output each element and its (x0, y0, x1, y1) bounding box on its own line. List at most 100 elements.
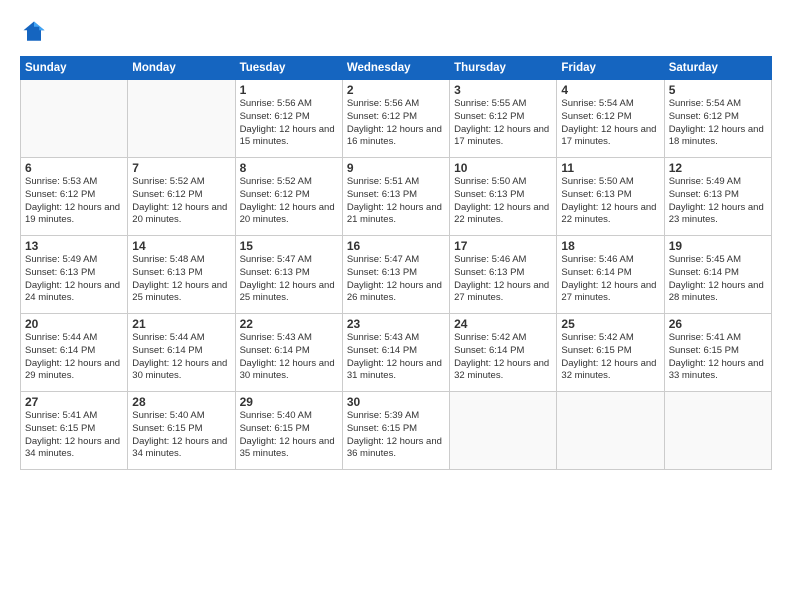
day-info: Sunrise: 5:40 AM Sunset: 6:15 PM Dayligh… (240, 410, 338, 461)
day-info: Sunrise: 5:50 AM Sunset: 6:13 PM Dayligh… (454, 176, 552, 227)
calendar-cell (557, 392, 664, 470)
calendar-cell: 5Sunrise: 5:54 AM Sunset: 6:12 PM Daylig… (664, 80, 771, 158)
calendar-cell: 28Sunrise: 5:40 AM Sunset: 6:15 PM Dayli… (128, 392, 235, 470)
header-friday: Friday (557, 57, 664, 80)
day-number: 24 (454, 317, 552, 331)
logo-icon (20, 18, 48, 46)
day-number: 3 (454, 83, 552, 97)
day-info: Sunrise: 5:55 AM Sunset: 6:12 PM Dayligh… (454, 98, 552, 149)
day-number: 7 (132, 161, 230, 175)
day-info: Sunrise: 5:49 AM Sunset: 6:13 PM Dayligh… (25, 254, 123, 305)
day-number: 23 (347, 317, 445, 331)
calendar-cell: 25Sunrise: 5:42 AM Sunset: 6:15 PM Dayli… (557, 314, 664, 392)
calendar-week-3: 13Sunrise: 5:49 AM Sunset: 6:13 PM Dayli… (21, 236, 772, 314)
day-number: 19 (669, 239, 767, 253)
calendar-cell (664, 392, 771, 470)
day-number: 14 (132, 239, 230, 253)
calendar-cell: 27Sunrise: 5:41 AM Sunset: 6:15 PM Dayli… (21, 392, 128, 470)
header-saturday: Saturday (664, 57, 771, 80)
day-info: Sunrise: 5:41 AM Sunset: 6:15 PM Dayligh… (25, 410, 123, 461)
header-thursday: Thursday (450, 57, 557, 80)
day-info: Sunrise: 5:48 AM Sunset: 6:13 PM Dayligh… (132, 254, 230, 305)
day-info: Sunrise: 5:46 AM Sunset: 6:14 PM Dayligh… (561, 254, 659, 305)
day-number: 16 (347, 239, 445, 253)
calendar-cell: 11Sunrise: 5:50 AM Sunset: 6:13 PM Dayli… (557, 158, 664, 236)
day-info: Sunrise: 5:40 AM Sunset: 6:15 PM Dayligh… (132, 410, 230, 461)
day-number: 1 (240, 83, 338, 97)
day-number: 26 (669, 317, 767, 331)
calendar-cell: 21Sunrise: 5:44 AM Sunset: 6:14 PM Dayli… (128, 314, 235, 392)
day-info: Sunrise: 5:41 AM Sunset: 6:15 PM Dayligh… (669, 332, 767, 383)
header-tuesday: Tuesday (235, 57, 342, 80)
day-number: 8 (240, 161, 338, 175)
day-number: 30 (347, 395, 445, 409)
day-number: 28 (132, 395, 230, 409)
calendar-week-2: 6Sunrise: 5:53 AM Sunset: 6:12 PM Daylig… (21, 158, 772, 236)
day-info: Sunrise: 5:54 AM Sunset: 6:12 PM Dayligh… (669, 98, 767, 149)
calendar-cell (21, 80, 128, 158)
day-number: 25 (561, 317, 659, 331)
day-info: Sunrise: 5:39 AM Sunset: 6:15 PM Dayligh… (347, 410, 445, 461)
day-info: Sunrise: 5:44 AM Sunset: 6:14 PM Dayligh… (25, 332, 123, 383)
calendar-cell: 4Sunrise: 5:54 AM Sunset: 6:12 PM Daylig… (557, 80, 664, 158)
day-number: 9 (347, 161, 445, 175)
calendar-week-1: 1Sunrise: 5:56 AM Sunset: 6:12 PM Daylig… (21, 80, 772, 158)
calendar-cell: 24Sunrise: 5:42 AM Sunset: 6:14 PM Dayli… (450, 314, 557, 392)
calendar-cell: 1Sunrise: 5:56 AM Sunset: 6:12 PM Daylig… (235, 80, 342, 158)
calendar-header-row: SundayMondayTuesdayWednesdayThursdayFrid… (21, 57, 772, 80)
calendar-cell: 18Sunrise: 5:46 AM Sunset: 6:14 PM Dayli… (557, 236, 664, 314)
calendar-cell: 10Sunrise: 5:50 AM Sunset: 6:13 PM Dayli… (450, 158, 557, 236)
day-info: Sunrise: 5:46 AM Sunset: 6:13 PM Dayligh… (454, 254, 552, 305)
day-number: 27 (25, 395, 123, 409)
day-info: Sunrise: 5:53 AM Sunset: 6:12 PM Dayligh… (25, 176, 123, 227)
calendar-week-5: 27Sunrise: 5:41 AM Sunset: 6:15 PM Dayli… (21, 392, 772, 470)
day-number: 12 (669, 161, 767, 175)
day-info: Sunrise: 5:47 AM Sunset: 6:13 PM Dayligh… (240, 254, 338, 305)
day-info: Sunrise: 5:52 AM Sunset: 6:12 PM Dayligh… (240, 176, 338, 227)
day-info: Sunrise: 5:42 AM Sunset: 6:14 PM Dayligh… (454, 332, 552, 383)
day-info: Sunrise: 5:47 AM Sunset: 6:13 PM Dayligh… (347, 254, 445, 305)
day-info: Sunrise: 5:42 AM Sunset: 6:15 PM Dayligh… (561, 332, 659, 383)
header-wednesday: Wednesday (342, 57, 449, 80)
calendar-table: SundayMondayTuesdayWednesdayThursdayFrid… (20, 56, 772, 470)
calendar-cell: 9Sunrise: 5:51 AM Sunset: 6:13 PM Daylig… (342, 158, 449, 236)
calendar-cell: 30Sunrise: 5:39 AM Sunset: 6:15 PM Dayli… (342, 392, 449, 470)
calendar-cell: 12Sunrise: 5:49 AM Sunset: 6:13 PM Dayli… (664, 158, 771, 236)
day-info: Sunrise: 5:44 AM Sunset: 6:14 PM Dayligh… (132, 332, 230, 383)
logo (20, 18, 52, 46)
calendar-cell (128, 80, 235, 158)
day-info: Sunrise: 5:45 AM Sunset: 6:14 PM Dayligh… (669, 254, 767, 305)
day-info: Sunrise: 5:54 AM Sunset: 6:12 PM Dayligh… (561, 98, 659, 149)
calendar-week-4: 20Sunrise: 5:44 AM Sunset: 6:14 PM Dayli… (21, 314, 772, 392)
day-number: 21 (132, 317, 230, 331)
calendar-cell: 26Sunrise: 5:41 AM Sunset: 6:15 PM Dayli… (664, 314, 771, 392)
calendar-cell (450, 392, 557, 470)
calendar-cell: 14Sunrise: 5:48 AM Sunset: 6:13 PM Dayli… (128, 236, 235, 314)
day-number: 18 (561, 239, 659, 253)
calendar-cell: 2Sunrise: 5:56 AM Sunset: 6:12 PM Daylig… (342, 80, 449, 158)
calendar-cell: 6Sunrise: 5:53 AM Sunset: 6:12 PM Daylig… (21, 158, 128, 236)
calendar-cell: 22Sunrise: 5:43 AM Sunset: 6:14 PM Dayli… (235, 314, 342, 392)
calendar-cell: 8Sunrise: 5:52 AM Sunset: 6:12 PM Daylig… (235, 158, 342, 236)
calendar-cell: 29Sunrise: 5:40 AM Sunset: 6:15 PM Dayli… (235, 392, 342, 470)
day-number: 10 (454, 161, 552, 175)
day-number: 22 (240, 317, 338, 331)
day-number: 15 (240, 239, 338, 253)
day-number: 13 (25, 239, 123, 253)
calendar-cell: 7Sunrise: 5:52 AM Sunset: 6:12 PM Daylig… (128, 158, 235, 236)
day-number: 20 (25, 317, 123, 331)
calendar-cell: 13Sunrise: 5:49 AM Sunset: 6:13 PM Dayli… (21, 236, 128, 314)
day-info: Sunrise: 5:56 AM Sunset: 6:12 PM Dayligh… (240, 98, 338, 149)
calendar-cell: 20Sunrise: 5:44 AM Sunset: 6:14 PM Dayli… (21, 314, 128, 392)
day-info: Sunrise: 5:43 AM Sunset: 6:14 PM Dayligh… (240, 332, 338, 383)
day-number: 17 (454, 239, 552, 253)
day-number: 4 (561, 83, 659, 97)
header-monday: Monday (128, 57, 235, 80)
day-number: 6 (25, 161, 123, 175)
day-number: 11 (561, 161, 659, 175)
calendar-cell: 3Sunrise: 5:55 AM Sunset: 6:12 PM Daylig… (450, 80, 557, 158)
calendar-cell: 19Sunrise: 5:45 AM Sunset: 6:14 PM Dayli… (664, 236, 771, 314)
day-info: Sunrise: 5:56 AM Sunset: 6:12 PM Dayligh… (347, 98, 445, 149)
day-info: Sunrise: 5:49 AM Sunset: 6:13 PM Dayligh… (669, 176, 767, 227)
day-info: Sunrise: 5:51 AM Sunset: 6:13 PM Dayligh… (347, 176, 445, 227)
